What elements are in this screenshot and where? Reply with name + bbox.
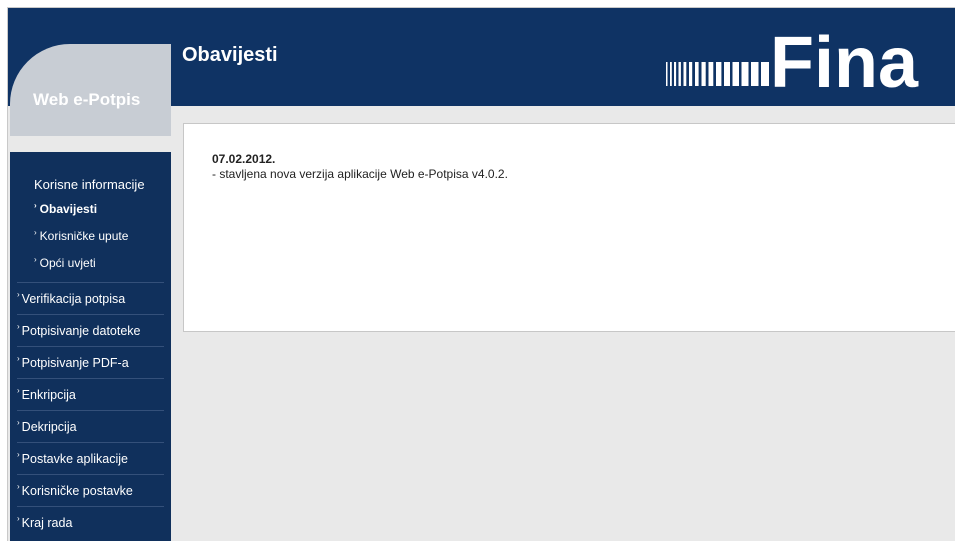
chevron-right-icon: ›: [17, 450, 20, 459]
chevron-right-icon: ›: [34, 201, 37, 210]
news-panel: 07.02.2012. - stavljena nova verzija apl…: [183, 123, 955, 332]
sidebar-subitem-label: Opći uvjeti: [39, 256, 96, 270]
chevron-right-icon: ›: [17, 322, 20, 331]
app-logo-tab: Web e-Potpis: [10, 44, 171, 136]
sidebar-subitem-label: Korisničke upute: [39, 229, 129, 243]
chevron-right-icon: ›: [17, 418, 20, 427]
sidebar-item-label: Kraj rada: [21, 516, 73, 530]
sidebar-item-korisnicke-postavke[interactable]: › Korisničke postavke: [17, 474, 164, 505]
sidebar-subitem-obavijesti[interactable]: › Obavijesti: [34, 201, 98, 216]
app-title: Web e-Potpis: [33, 90, 141, 109]
sidebar-item-verifikacija-potpisa[interactable]: › Verifikacija potpisa: [17, 282, 164, 313]
sidebar-item-kraj-rada[interactable]: › Kraj rada: [17, 506, 164, 537]
sidebar-item-label: Enkripcija: [21, 388, 76, 402]
sidebar-item-label: Verifikacija potpisa: [21, 292, 126, 306]
chevron-right-icon: ›: [17, 514, 20, 523]
chevron-right-icon: ›: [34, 255, 37, 264]
sidebar-item-label: Potpisivanje PDF-a: [21, 356, 129, 370]
chevron-right-icon: ›: [17, 482, 20, 491]
news-date: 07.02.2012.: [212, 152, 276, 166]
chevron-right-icon: ›: [17, 386, 20, 395]
chevron-right-icon: ›: [34, 228, 37, 237]
sidebar-item-postavke-aplikacije[interactable]: › Postavke aplikacije: [17, 442, 164, 473]
sidebar-subitem-label: Obavijesti: [39, 202, 98, 216]
sidebar-item-label: Postavke aplikacije: [21, 452, 128, 466]
sidebar-subitem-opci-uvjeti[interactable]: › Opći uvjeti: [34, 255, 96, 270]
chevron-right-icon: ›: [17, 354, 20, 363]
brand-text: Fina: [770, 26, 919, 90]
app-window: Obavijesti Fina Web e-Potpis Korisne inf…: [7, 7, 955, 541]
sidebar-item-dekripcija[interactable]: › Dekripcija: [17, 410, 164, 441]
sidebar-item-label: Dekripcija: [21, 420, 77, 434]
fina-logo: Fina: [666, 26, 919, 90]
sidebar-item-potpisivanje-pdf[interactable]: › Potpisivanje PDF-a: [17, 346, 164, 377]
sidebar-item-enkripcija[interactable]: › Enkripcija: [17, 378, 164, 409]
page-title: Obavijesti: [182, 44, 278, 66]
sidebar-item-label: Korisničke postavke: [21, 484, 133, 498]
news-text: - stavljena nova verzija aplikacije Web …: [212, 167, 508, 181]
sidebar-item-label: Potpisivanje datoteke: [21, 324, 141, 338]
chevron-right-icon: ›: [17, 290, 20, 299]
sidebar-subitem-korisnicke-upute[interactable]: › Korisničke upute: [34, 228, 129, 243]
sidebar-item-potpisivanje-datoteke[interactable]: › Potpisivanje datoteke: [17, 314, 164, 345]
sidebar-group-title: Korisne informacije: [34, 177, 145, 192]
sidebar: Korisne informacije › Obavijesti › Korisni…: [10, 152, 171, 541]
